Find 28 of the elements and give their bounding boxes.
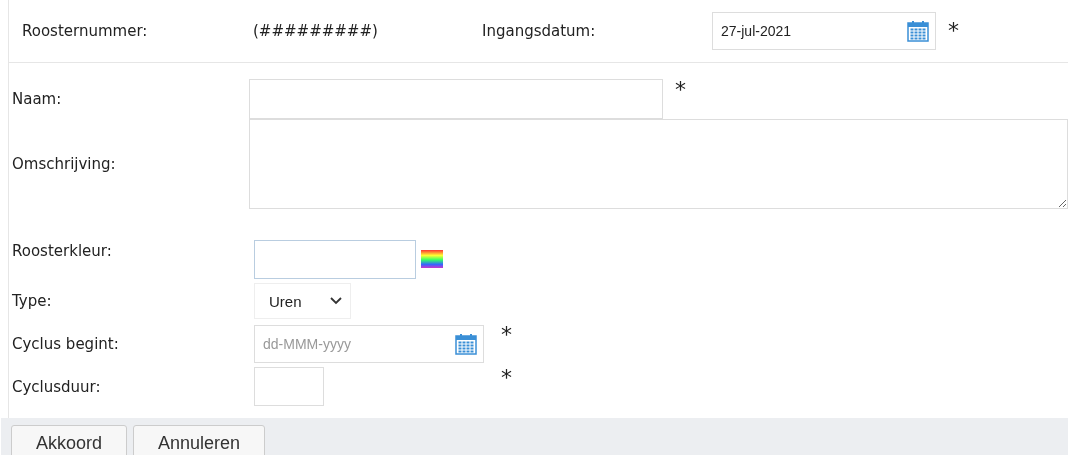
field-label: Roosterkleur: [11, 241, 113, 260]
field-label: Naam: [11, 90, 63, 108]
duration-field[interactable] [254, 367, 324, 406]
calendar-icon[interactable] [907, 20, 929, 42]
color-picker-icon[interactable] [421, 250, 443, 268]
required-mark: * [675, 79, 686, 101]
date-picker[interactable]: dd-MMM-yyyy [254, 324, 484, 363]
form-button[interactable]: Akkoord [11, 425, 128, 455]
date-input[interactable]: 27-jul-2021 [721, 23, 907, 39]
field-label: Omschrijving: [11, 155, 117, 173]
field-label: Cyclusduur: [11, 377, 102, 396]
field-label: Cyclus begint: [11, 334, 120, 353]
field-label: Ingangsdatum: [482, 22, 597, 40]
field-label: Type: [11, 292, 53, 310]
name-field[interactable] [249, 79, 663, 119]
required-mark: * [501, 324, 512, 346]
schedule-number: (#########) [253, 22, 379, 40]
calendar-icon[interactable] [455, 332, 477, 355]
date-input[interactable]: dd-MMM-yyyy [263, 335, 455, 352]
required-mark: * [501, 367, 512, 389]
form-button[interactable]: Annuleren [133, 425, 266, 455]
field-label: Roosternummer: [21, 22, 149, 40]
color-field[interactable] [254, 240, 416, 279]
description-field[interactable] [249, 119, 1068, 209]
date-picker[interactable]: 27-jul-2021 [712, 12, 936, 50]
required-mark: * [948, 20, 959, 42]
type-dropdown[interactable]: Uren [254, 283, 351, 319]
chevron-down-icon [330, 297, 342, 305]
